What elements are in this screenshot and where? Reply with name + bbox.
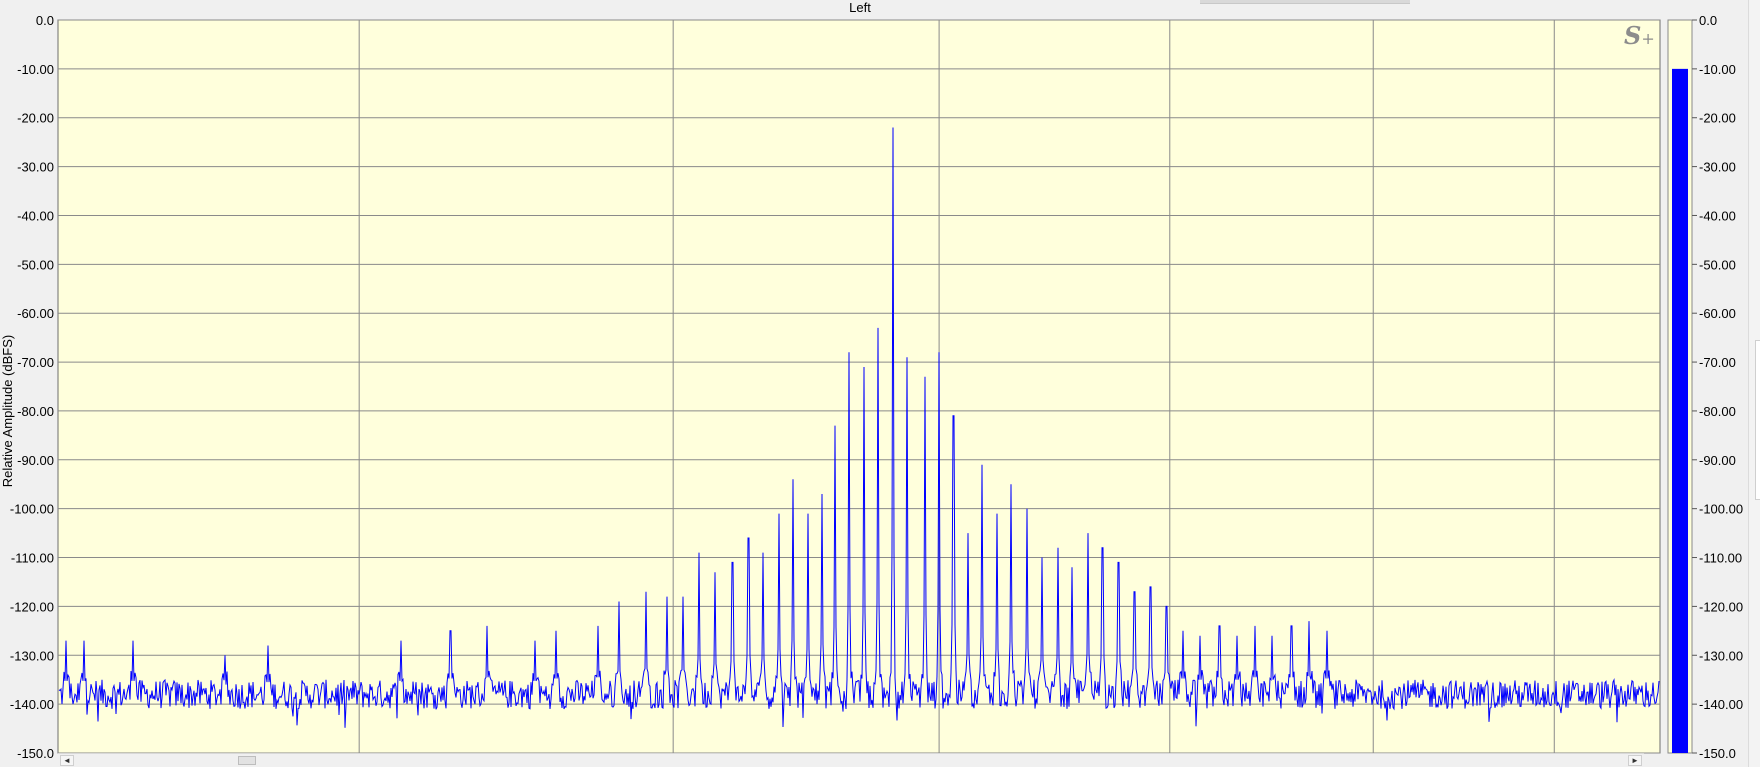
meter-tick-label: 0.0 bbox=[1699, 13, 1717, 28]
scroll-thumb[interactable] bbox=[238, 756, 256, 765]
scroll-left-button[interactable]: ◄ bbox=[60, 755, 74, 766]
scroll-right-button[interactable]: ► bbox=[1628, 755, 1642, 766]
meter-tick-label: -10.00 bbox=[1699, 62, 1736, 77]
meter-tick-label: -50.00 bbox=[1699, 257, 1736, 272]
y-tick-label: -20.00 bbox=[17, 111, 54, 126]
y-tick-label: -40.00 bbox=[17, 208, 54, 223]
meter-tick-label: -110.00 bbox=[1699, 551, 1742, 566]
meter-tick-label: -140.00 bbox=[1699, 697, 1743, 712]
plot-area[interactable] bbox=[57, 19, 1661, 754]
y-tick-label: -110.00 bbox=[11, 551, 54, 566]
side-panel-edge bbox=[1748, 0, 1760, 767]
y-tick-label: -140.00 bbox=[10, 697, 54, 712]
side-panel-tab[interactable] bbox=[1755, 340, 1760, 500]
y-tick-label: -60.00 bbox=[17, 306, 54, 321]
y-tick-label: -50.00 bbox=[17, 257, 54, 272]
spectrum-chart: 0.0 -10.00 -20.00 -30.00 -40.00 -50.00 -60.00 -… bbox=[10, 13, 1743, 761]
y-tick-label: -130.00 bbox=[10, 648, 54, 663]
meter-tick-label: -70.00 bbox=[1699, 355, 1736, 370]
y-axis-ticks: 0.0 -10.00 -20.00 -30.00 -40.00 -50.00 -60.00 -… bbox=[10, 13, 54, 761]
meter-tick-label: -120.00 bbox=[1699, 599, 1743, 614]
meter-tick-label: -40.00 bbox=[1699, 208, 1736, 223]
y-tick-label: -80.00 bbox=[17, 404, 54, 419]
level-meter-bar bbox=[1672, 68, 1688, 753]
y-tick-label: -100.00 bbox=[10, 502, 54, 517]
horizontal-scrollbar[interactable]: ◄ ► bbox=[58, 753, 1644, 767]
y-tick-label: -30.00 bbox=[17, 160, 54, 175]
y-tick-label: -90.00 bbox=[17, 453, 54, 468]
y-tick-label: 0.0 bbox=[36, 13, 54, 28]
y-tick-label: -70.00 bbox=[17, 355, 54, 370]
y-tick-label: -150.0 bbox=[17, 746, 54, 761]
level-meter-ticks: 0.0 -10.00 -20.00 -30.00 -40.00 -50.00 -60.00 -… bbox=[1692, 13, 1743, 761]
meter-tick-label: -60.00 bbox=[1699, 306, 1736, 321]
meter-tick-label: -20.00 bbox=[1699, 111, 1736, 126]
meter-tick-label: -150.0 bbox=[1699, 746, 1736, 761]
meter-tick-label: -90.00 bbox=[1699, 453, 1736, 468]
meter-tick-label: -80.00 bbox=[1699, 404, 1736, 419]
y-tick-label: -10.00 bbox=[17, 62, 54, 77]
meter-tick-label: -100.00 bbox=[1699, 502, 1743, 517]
splus-logo-icon: S+ bbox=[1624, 21, 1655, 50]
meter-tick-label: -130.00 bbox=[1699, 648, 1743, 663]
meter-tick-label: -30.00 bbox=[1699, 160, 1736, 175]
y-tick-label: -120.00 bbox=[10, 599, 54, 614]
